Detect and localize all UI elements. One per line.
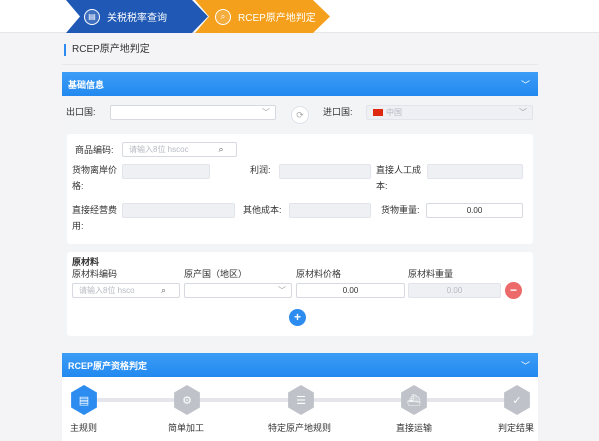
tariff-doc-icon: ▤ <box>84 8 100 25</box>
material-weight-header: 原材料重量 <box>408 269 454 279</box>
chevron-down-icon: ﹀ <box>519 108 527 117</box>
remove-material-button[interactable]: − <box>505 282 522 299</box>
basic-info-title: 基础信息 <box>68 79 105 90</box>
export-country-label: 出口国: <box>66 107 96 117</box>
overhead-label-line2: 用: <box>72 221 84 231</box>
material-code-input[interactable]: 请输入8位 hsco <box>72 283 149 298</box>
step-result[interactable]: ✓ <box>502 385 532 415</box>
labor-cost-label: 直接人工成 <box>376 165 422 175</box>
step-direct-transport[interactable]: ⛴ <box>399 385 429 415</box>
china-flag-icon <box>373 109 383 116</box>
tab-tariff-query[interactable]: ▤ 关税税率查询 <box>66 0 208 33</box>
material-code-header: 原材料编码 <box>72 269 118 279</box>
material-code-placeholder: 请输入8位 hsco <box>79 286 135 295</box>
other-cost-label: 其他成本: <box>243 205 282 215</box>
product-code-search-button[interactable]: ⌕ <box>206 142 237 157</box>
material-price-header: 原材料价格 <box>296 269 342 279</box>
title-divider <box>62 64 538 65</box>
step-label-result: 判定结果 <box>498 423 535 433</box>
minus-icon: − <box>509 283 517 297</box>
overhead-label: 直接经营费 <box>72 205 118 215</box>
tab-rcep-origin[interactable]: ⌕ RCEP原产地判定 <box>195 0 330 33</box>
top-tab-bar: ▤ 关税税率查询 ⌕ RCEP原产地判定 <box>0 0 599 33</box>
fob-price-input[interactable] <box>122 164 210 179</box>
other-cost-input[interactable] <box>289 203 371 218</box>
chevron-down-icon: ﹀ <box>262 108 270 117</box>
overhead-input[interactable] <box>122 203 235 218</box>
chevron-down-icon: ﹀ <box>278 286 286 295</box>
basic-info-header[interactable]: 基础信息 ﹀ <box>62 72 538 96</box>
chevron-down-icon[interactable]: ﹀ <box>521 359 530 372</box>
checklist-icon: ☰ <box>288 385 314 415</box>
check-icon: ✓ <box>504 385 530 415</box>
material-price-value: 0.00 <box>342 286 359 295</box>
refresh-icon: ⟳ <box>296 109 304 120</box>
rcep-eligibility-title: RCEP原产资格判定 <box>68 360 148 371</box>
step-label-simple-processing: 简单加工 <box>168 423 205 433</box>
page-title: RCEP原产地判定 <box>64 44 150 56</box>
step-simple-processing[interactable]: ⚙ <box>172 385 202 415</box>
step-specific-rules[interactable]: ☰ <box>286 385 316 415</box>
product-code-placeholder: 请输入8位 hscoc <box>129 145 189 154</box>
search-icon: ⌕ <box>218 144 224 154</box>
cargo-weight-input[interactable]: 0.00 <box>426 203 523 218</box>
import-country-label: 进口国: <box>323 107 353 117</box>
document-icon: ▤ <box>71 385 97 415</box>
step-main-rule[interactable]: ▤ <box>69 385 99 415</box>
cargo-weight-label: 货物重量: <box>381 205 420 215</box>
material-code-search-button[interactable]: ⌕ <box>148 283 180 298</box>
material-weight-value: 0.00 <box>446 286 463 295</box>
material-price-input[interactable]: 0.00 <box>296 283 405 298</box>
fob-price-label: 货物离岸价 <box>72 165 118 175</box>
plus-icon: + <box>293 310 301 324</box>
product-code-input[interactable]: 请输入8位 hscoc <box>122 142 207 157</box>
tab-rcep-origin-label: RCEP原产地判定 <box>238 13 316 24</box>
chevron-down-icon[interactable]: ﹀ <box>521 78 530 91</box>
cargo-weight-value: 0.00 <box>466 206 483 215</box>
search-icon: ⌕ <box>160 285 167 295</box>
profit-input[interactable] <box>279 164 371 179</box>
tab-tariff-query-label: 关税税率查询 <box>107 13 167 24</box>
profit-label: 利润: <box>250 165 271 175</box>
ship-icon: ⛴ <box>401 385 427 415</box>
material-weight-input[interactable]: 0.00 <box>408 283 501 298</box>
add-material-button[interactable]: + <box>289 309 306 326</box>
import-country-select[interactable]: 中国 ﹀ <box>366 105 533 120</box>
search-globe-icon: ⌕ <box>215 8 231 25</box>
step-label-direct-transport: 直接运输 <box>396 423 433 433</box>
gear-doc-icon: ⚙ <box>174 385 200 415</box>
fob-price-label-line2: 格: <box>72 181 84 191</box>
labor-cost-input[interactable] <box>427 164 523 179</box>
swap-countries-button[interactable]: ⟳ <box>291 106 309 124</box>
labor-cost-label-line2: 本: <box>376 181 388 191</box>
step-label-specific-rules: 特定原产地规则 <box>268 423 332 433</box>
step-label-main-rule: 主规则 <box>70 423 98 433</box>
product-code-label: 商品编码: <box>75 145 114 155</box>
export-country-select[interactable]: ﹀ <box>110 105 276 120</box>
rcep-eligibility-header[interactable]: RCEP原产资格判定 ﹀ <box>62 353 538 377</box>
material-origin-select[interactable]: ﹀ <box>184 283 292 298</box>
import-country-value: 中国 <box>386 108 402 117</box>
material-origin-header: 原产国（地区） <box>184 269 248 279</box>
